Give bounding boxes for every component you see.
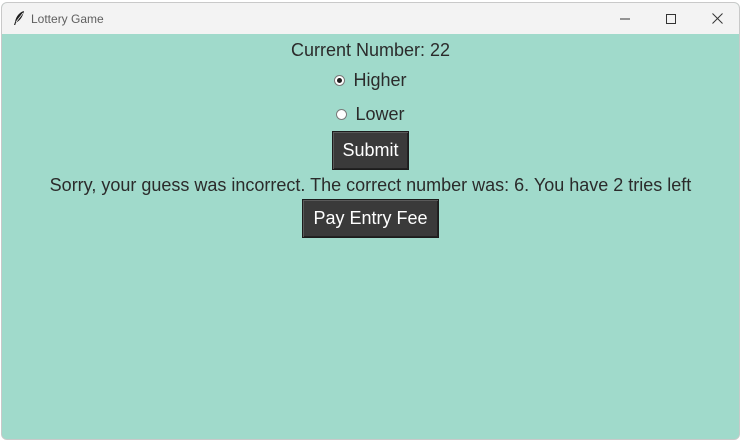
higher-radio-button[interactable]	[334, 74, 346, 86]
maximize-button[interactable]	[648, 3, 694, 34]
current-number-label: Current Number: 22	[290, 40, 451, 60]
result-message: Sorry, your guess was incorrect. The cor…	[49, 175, 692, 195]
title-bar[interactable]: Lottery Game	[2, 3, 739, 34]
minimize-icon	[620, 14, 630, 24]
app-window: Lottery Game Current Number: 22 Higher L…	[1, 2, 740, 440]
minimize-button[interactable]	[602, 3, 648, 34]
higher-radio-option[interactable]: Higher	[2, 67, 739, 93]
lower-radio-button[interactable]	[336, 108, 348, 120]
window-title: Lottery Game	[31, 12, 104, 26]
feather-icon	[12, 10, 26, 26]
lower-radio-label[interactable]: Lower	[355, 104, 404, 125]
lower-radio-option[interactable]: Lower	[2, 101, 739, 127]
maximize-icon	[666, 13, 676, 24]
close-button[interactable]	[694, 3, 739, 34]
pay-entry-fee-button[interactable]: Pay Entry Fee	[302, 199, 439, 238]
higher-radio-label[interactable]: Higher	[353, 70, 406, 91]
close-icon	[711, 13, 723, 24]
game-panel: Current Number: 22 Higher Lower Submit S…	[2, 34, 739, 439]
submit-button[interactable]: Submit	[332, 131, 409, 170]
